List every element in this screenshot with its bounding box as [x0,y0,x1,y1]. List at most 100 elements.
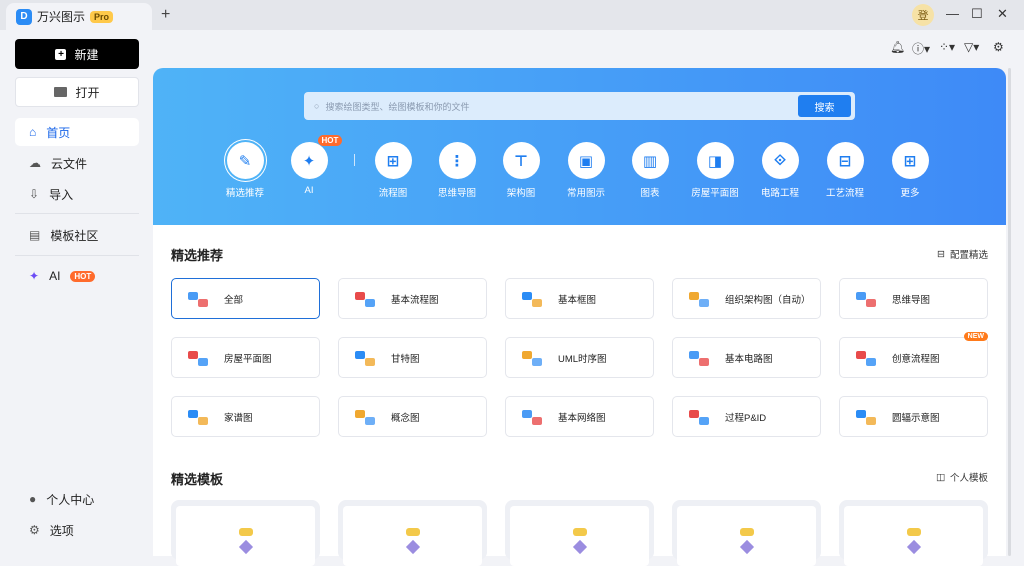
title-bar: D 万兴图示 Pro + 登 — ☐ ✕ [0,0,1024,30]
category-label: 常用图示 [566,188,605,199]
category-4[interactable]: ⊤ 架构图 [491,142,551,199]
theme-icon[interactable]: ▽▾ [964,40,979,54]
template-card[interactable]: 基本网络图 [505,396,654,437]
template-card[interactable]: 基本框图 [505,278,654,319]
template-card[interactable]: 思维导图 [839,278,988,319]
settings-icon[interactable]: ⚙ [993,40,1004,54]
sidebar-item-options[interactable]: ⚙ 选项 [15,516,139,544]
category-icon: ⊟ [826,142,864,179]
sparkle-icon: ✦ [29,269,40,283]
nav-label: AI [49,269,61,283]
category-label: 房屋平面图 [691,188,739,199]
category-5[interactable]: ▣ 常用图示 [556,142,616,199]
category-label: 流程图 [378,188,408,199]
category-label: 精选推荐 [225,188,264,199]
new-tab-button[interactable]: + [161,6,170,24]
template-card[interactable]: UML时序图 [505,337,654,378]
card-label: 全部 [224,294,244,306]
category-10[interactable]: ⊞ 更多 [880,142,940,199]
search-input[interactable]: ○ 搜索绘图类型、绘图模板和你的文件 搜索 [304,92,855,120]
config-icon: ⊟ [937,248,945,260]
template-card[interactable]: 创意流程图 NEW [839,332,988,378]
personal-templates-button[interactable]: ◫ 个人模板 [936,470,988,485]
template-card[interactable]: 基本电路图 [672,337,821,378]
new-button[interactable]: + 新建 [15,39,139,69]
card-label: 家谱图 [224,412,253,424]
diagram-icon [520,407,544,427]
category-0[interactable]: ✎ 精选推荐 [215,142,275,199]
diagram-icon [687,348,711,368]
gear-icon: ⚙ [29,523,40,537]
template-card[interactable]: 基本流程图 [338,278,487,319]
category-icon: ▥ [631,142,669,179]
template-card[interactable]: 甘特图 [338,337,487,378]
diagram-icon [186,348,210,368]
open-button[interactable]: 打开 [15,77,139,107]
sidebar-item-ai[interactable]: ✦ AI HOT [15,262,139,290]
configure-featured-button[interactable]: ⊟ 配置精选 [937,247,988,262]
featured-title: 精选推荐 [171,248,224,263]
category-icon: ⊞ [891,142,929,179]
search-button[interactable]: 搜索 [798,95,851,117]
nav-label: 个人中心 [46,492,95,507]
maximize-button[interactable]: ☐ [971,6,983,22]
diagram-icon [854,289,878,309]
template-thumbnail[interactable] [505,500,654,566]
card-label: 基本流程图 [391,294,439,306]
template-thumbnail[interactable] [338,500,487,566]
app-logo-icon: D [16,8,32,25]
template-thumbnail[interactable] [672,500,821,566]
category-6[interactable]: ▥ 图表 [620,142,680,199]
card-label: 概念图 [391,412,420,424]
app-tab[interactable]: D 万兴图示 Pro [6,3,152,30]
help-icon[interactable]: ⓘ▾ [912,40,930,57]
divider [354,154,355,166]
new-label: 新建 [74,47,99,62]
template-card[interactable]: 家谱图 [171,396,320,437]
category-icon: ✎ [226,142,264,179]
template-card[interactable]: 概念图 [338,396,487,437]
nav-label: 云文件 [51,156,88,171]
diagram-icon [854,348,878,368]
nav-label: 模板社区 [50,228,99,243]
template-preview [176,506,315,566]
sidebar-item-profile[interactable]: ● 个人中心 [15,485,139,513]
template-card[interactable]: 房屋平面图 [171,337,320,378]
template-card[interactable]: 全部 [171,278,320,319]
category-icon: ✦ HOT [290,135,343,179]
app-name: 万兴图示 [37,10,86,24]
minimize-button[interactable]: — [946,6,959,21]
card-label: 圆辐示意图 [892,412,940,424]
category-9[interactable]: ⊟ 工艺流程 [815,142,875,199]
avatar[interactable]: 登 [912,4,934,26]
nav-label: 导入 [49,187,74,202]
template-card[interactable]: 组织架构图（自动） [672,278,821,319]
bell-icon[interactable]: 🔔︎ [890,40,905,54]
template-thumbnail[interactable] [839,500,988,566]
import-icon: ⇩ [29,187,40,201]
home-icon: ⌂ [29,125,37,139]
category-label: AI [304,185,314,196]
category-1[interactable]: ✦ HOT AI [279,135,343,196]
open-label: 打开 [75,85,100,100]
search-icon: ○ [314,101,320,111]
sidebar-item-home[interactable]: ⌂ 首页 [15,118,139,146]
sidebar-item-import[interactable]: ⇩ 导入 [15,180,139,208]
category-7[interactable]: ◨ 房屋平面图 [685,142,745,199]
pro-badge: Pro [90,10,114,23]
diagram-icon [353,289,377,309]
close-button[interactable]: ✕ [997,6,1008,22]
apps-icon[interactable]: ⁘▾ [939,40,955,54]
scrollbar[interactable] [1008,68,1011,556]
user-icon: ● [29,492,37,506]
sidebar-item-cloud[interactable]: ☁ 云文件 [15,149,139,177]
category-3[interactable]: ⋮ 思维导图 [427,142,487,199]
category-2[interactable]: ⊞ 流程图 [363,142,423,199]
card-label: 甘特图 [391,353,420,365]
category-8[interactable]: ⟐ 电路工程 [750,142,810,199]
template-card[interactable]: 圆辐示意图 [839,396,988,437]
template-thumbnail[interactable] [171,500,320,566]
sidebar-item-templates[interactable]: ▤ 模板社区 [15,221,139,249]
template-card[interactable]: 过程P&ID [672,396,821,437]
category-label: 工艺流程 [825,188,864,199]
